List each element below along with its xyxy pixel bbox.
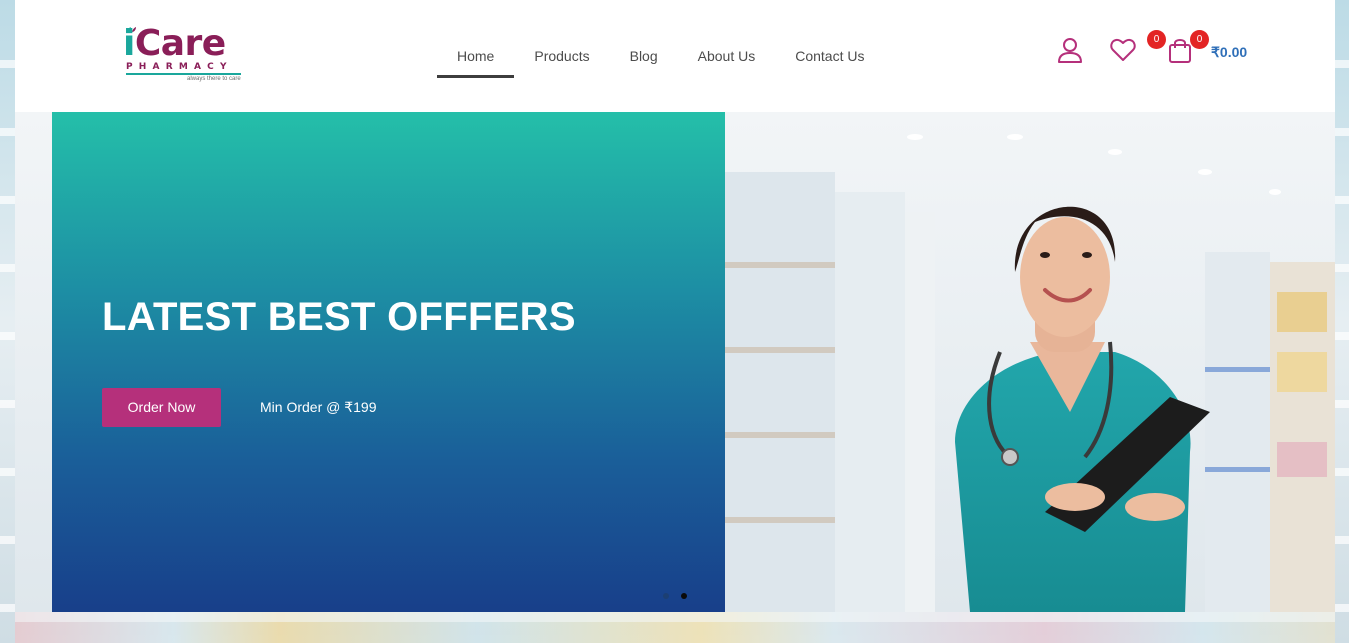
- shopping-bag-icon: [1169, 39, 1191, 63]
- nav-home[interactable]: Home: [437, 38, 515, 78]
- slider-dot-2[interactable]: [681, 593, 687, 599]
- main-nav: Home Products Blog About Us Contact Us: [437, 38, 884, 80]
- hero-offer-panel: LATEST BEST OFFFERS Order Now Min Order …: [52, 112, 725, 612]
- logo-text-i: i: [123, 23, 135, 64]
- nav-contact-us[interactable]: Contact Us: [775, 38, 884, 78]
- wishlist-count-badge: 0: [1147, 30, 1166, 49]
- page-background-bottom: [15, 612, 1335, 643]
- page-background-right: [1335, 0, 1349, 643]
- cart-button[interactable]: 0: [1168, 30, 1209, 69]
- min-order-text: Min Order @ ₹199: [260, 399, 377, 415]
- order-now-button[interactable]: Order Now: [102, 388, 221, 427]
- cart-count-badge: 0: [1190, 30, 1209, 49]
- logo[interactable]: iCare PHARMACY always there to care: [123, 24, 245, 86]
- heart-icon: [1110, 38, 1136, 61]
- cart-total[interactable]: ₹0.00: [1211, 44, 1247, 60]
- account-button[interactable]: [1056, 36, 1084, 69]
- user-icon: [1058, 38, 1082, 63]
- wishlist-button[interactable]: 0: [1110, 30, 1166, 67]
- hero-slider: LATEST BEST OFFFERS Order Now Min Order …: [15, 112, 1335, 612]
- header-actions: 0 0 ₹0.00: [1056, 30, 1256, 70]
- logo-tagline: always there to care: [187, 76, 241, 82]
- logo-wordmark: iCare: [123, 24, 226, 64]
- logo-underline: [126, 73, 241, 75]
- slider-dot-1[interactable]: [663, 593, 669, 599]
- nav-blog[interactable]: Blog: [610, 38, 678, 78]
- page-background-left: [0, 0, 15, 643]
- site-header: iCare PHARMACY always there to care Home…: [15, 0, 1335, 112]
- slider-dots: [663, 593, 687, 599]
- nav-about-us[interactable]: About Us: [678, 38, 776, 78]
- nav-products[interactable]: Products: [514, 38, 609, 78]
- hero-title: LATEST BEST OFFFERS: [102, 295, 576, 339]
- logo-subtitle: PHARMACY: [126, 62, 233, 72]
- logo-text-care: Care: [134, 23, 226, 64]
